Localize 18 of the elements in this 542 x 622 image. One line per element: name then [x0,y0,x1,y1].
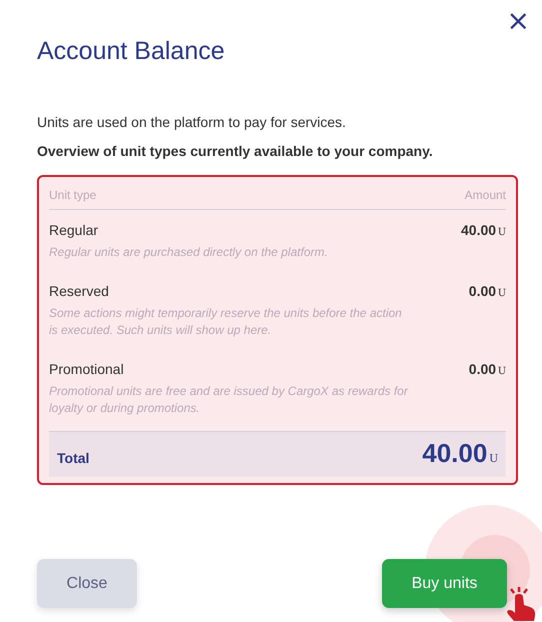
column-header: Unit type [49,188,96,202]
buy-units-button[interactable]: Buy units [382,559,507,608]
unit-type-name: Reserved [49,283,110,299]
unit-amount: 0.00 U [468,283,506,301]
unit-type-description: Some actions might temporarily reserve the units before the action is executed. Such units will show up here. [49,305,403,339]
unit-type-description: Regular units are purchased directly on the platform. [49,244,329,261]
close-button[interactable]: Close [37,559,137,608]
dialog-title: Account Balance [37,36,226,66]
intro-text: Units are used on the platform to pay for services. [37,114,347,130]
unit-amount: 0.00 U [468,361,506,379]
unit-type-description: Promotional units are free and are issued by CargoX as rewards for loyalty or during promotions. [49,383,409,417]
unit-amount: 40.00 U [461,222,506,240]
column-header: Amount [464,188,506,202]
total-amount: 40.00 U [422,438,498,469]
total-label: Total [57,448,90,466]
unit-type-name: Promotional [49,361,125,377]
overview-heading: Overview of unit types currently available to your company. [37,143,434,159]
unit-type-name: Regular [49,222,100,238]
